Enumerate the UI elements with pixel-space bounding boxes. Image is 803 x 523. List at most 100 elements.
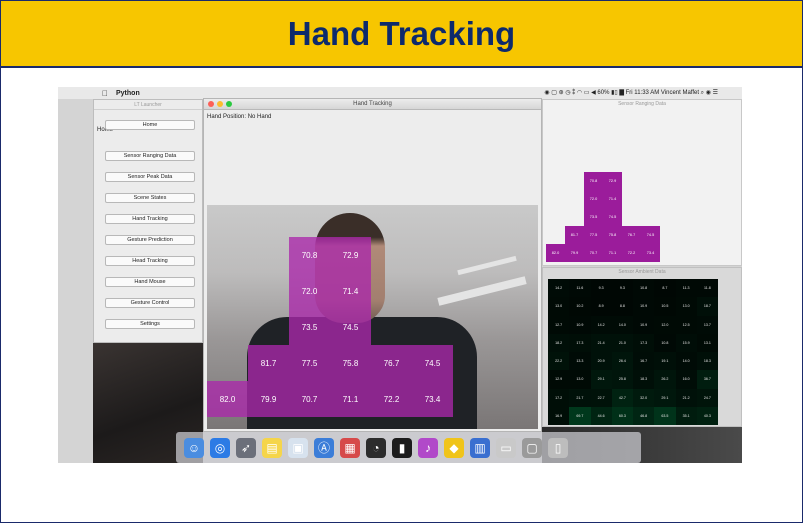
tracker-grid-cell: 73.4 (412, 381, 453, 417)
camera-feed: 70.8 72.9 72.0 71.4 73.5 74.5 81.7 77.5 75.8 76.7… (207, 205, 538, 429)
app-menu-name[interactable]: Python (116, 90, 140, 97)
ambient-cell: 18.3 (696, 352, 718, 371)
trash-icon[interactable]: ▯ (548, 437, 568, 458)
ambient-cell: 32.0 (633, 388, 655, 407)
launcher-window-title: LT Launcher (94, 100, 202, 110)
launcher-button-hand-mouse[interactable]: Hand Mouse (105, 277, 195, 287)
launcher-button-hand-tracking[interactable]: Hand Tracking (105, 214, 195, 224)
ambient-cell: 21.4 (590, 333, 612, 352)
ambient-cell: 17.2 (548, 388, 570, 407)
peak-grid-cell: 71.4 (603, 190, 622, 208)
monitor-icon[interactable]: ▭ (496, 437, 516, 458)
launcher-button-settings[interactable]: Settings (105, 319, 195, 329)
ambient-cell: 24.7 (696, 388, 718, 407)
python-icon[interactable]: ◆ (444, 437, 464, 458)
peak-grid-cell: 70.8 (584, 172, 603, 190)
activity-icon[interactable]: ◔ (366, 437, 386, 458)
ambient-cell: 11.3 (675, 279, 697, 298)
launcher-button-home[interactable]: Home (105, 120, 195, 130)
peak-grid-cell: 72.0 (584, 190, 603, 208)
ambient-cell: 16.7 (633, 352, 655, 371)
appstore-icon[interactable]: Ⓐ (314, 437, 334, 458)
launchpad-icon[interactable]: ➶ (236, 437, 256, 458)
launcher-button-head-tracking[interactable]: Head Tracking (105, 256, 195, 266)
ambient-cell: 69.7 (569, 406, 591, 425)
tracker-grid-cell: 81.7 (248, 345, 289, 381)
ambient-cell: 14.2 (548, 279, 570, 298)
ambient-cell: 46.8 (633, 406, 655, 425)
launcher-button-scene-states[interactable]: Scene States (105, 193, 195, 203)
window-icon[interactable]: ▢ (522, 437, 542, 458)
safari-icon[interactable]: ◎ (210, 437, 230, 458)
ambient-cell: 10.9 (633, 297, 655, 316)
calendar-icon[interactable]: ▦ (340, 437, 360, 458)
ambient-cell: 12.7 (548, 315, 570, 334)
terminal-icon[interactable]: ▮ (392, 437, 412, 458)
tracker-grid-cell: 71.4 (330, 273, 371, 309)
ambient-cell: 10.8 (654, 333, 676, 352)
ambient-cell: 25.8 (611, 370, 633, 389)
tracker-grid-cell: 79.9 (248, 381, 289, 417)
ambient-cell: 10.9 (633, 315, 655, 334)
hand-position-text: Hand Position: No Hand (207, 114, 272, 120)
ambient-cell: 63.5 (654, 406, 676, 425)
ambient-cell: 9.3 (611, 279, 633, 298)
tracker-grid-cell: 82.0 (207, 381, 248, 417)
ambient-cell: 13.7 (696, 315, 718, 334)
launcher-button-sensor-ranging-data[interactable]: Sensor Ranging Data (105, 151, 195, 161)
ambient-grid: 14.2 11.6 9.3 9.3 10.8 8.7 11.3 11.8 13.0 10.2 8.9… (548, 279, 718, 425)
minimize-window-icon[interactable] (217, 101, 223, 107)
ambient-cell: 20.9 (590, 352, 612, 371)
tracker-grid-cell: 70.7 (289, 381, 330, 417)
ambient-cell: 26.2 (654, 370, 676, 389)
ambient-cell: 11.6 (569, 279, 591, 298)
menu-status-area[interactable]: ◉ ▢ ⊛ ◷ ⁑ ◠ ▭ ◀ 60% ▮▯ ▇ Fri 11:33 AM Vi… (544, 89, 718, 97)
peak-grid-cell: 79.9 (565, 244, 584, 262)
close-window-icon[interactable] (208, 101, 214, 107)
ambient-cell: 13.0 (548, 297, 570, 316)
ambient-cell: 36.7 (696, 370, 718, 389)
peak-grid-cell: 75.8 (603, 226, 622, 244)
ambient-cell: 12.0 (654, 315, 676, 334)
launcher-button-sensor-peak-data[interactable]: Sensor Peak Data (105, 172, 195, 182)
peak-grid-cell: 73.4 (641, 244, 660, 262)
slide-title-bar: Hand Tracking (1, 1, 802, 68)
tracker-grid-cell: 74.5 (330, 309, 371, 345)
tracker-grid-cell: 72.2 (371, 381, 412, 417)
notes-icon[interactable]: ▤ (262, 437, 282, 458)
launcher-button-gesture-prediction[interactable]: Gesture Prediction (105, 235, 195, 245)
ambient-cell: 17.3 (633, 333, 655, 352)
apple-menu-icon[interactable]:  (102, 89, 108, 98)
ambient-cell: 26.4 (611, 352, 633, 371)
ambient-cell: 10.5 (654, 297, 676, 316)
ambient-cell: 18.7 (696, 297, 718, 316)
finder-icon[interactable]: ☺ (184, 437, 204, 458)
ambient-cell: 21.0 (611, 333, 633, 352)
tracker-grid-cell: 75.8 (330, 345, 371, 381)
tracker-grid-cell: 74.5 (412, 345, 453, 381)
peak-grid-cell: 74.5 (641, 226, 660, 244)
ambient-cell: 8.9 (590, 297, 612, 316)
files-icon[interactable]: ▥ (470, 437, 490, 458)
tracker-window-title: Hand Tracking (353, 101, 392, 107)
tracker-grid-cell: 71.1 (330, 381, 371, 417)
ambient-cell: 11.8 (696, 279, 718, 298)
ambient-cell: 21.2 (675, 388, 697, 407)
ambient-cell: 60.3 (611, 406, 633, 425)
preview-icon[interactable]: ▣ (288, 437, 308, 458)
zoom-window-icon[interactable] (226, 101, 232, 107)
peak-grid-cell: 70.7 (584, 244, 603, 262)
tracker-grid-cell: 73.5 (289, 309, 330, 345)
ambient-cell: 22.7 (590, 388, 612, 407)
ambient-cell: 29.1 (654, 388, 676, 407)
hand-tracking-window: Hand Tracking Hand Position: No Hand 70.… (203, 98, 542, 432)
tracker-grid-cell: 76.7 (371, 345, 412, 381)
peak-grid-cell: 77.5 (584, 226, 603, 244)
ambient-cell: 10.2 (569, 297, 591, 316)
itunes-icon[interactable]: ♪ (418, 437, 438, 458)
sensor-ambient-window: Sensor Ambient Data 14.2 11.6 9.3 9.3 10.8 8.… (542, 267, 742, 427)
sensor-ranging-title: Sensor Ranging Data (618, 101, 666, 107)
slide-title: Hand Tracking (287, 14, 516, 52)
peak-grid-cell: 74.5 (603, 208, 622, 226)
launcher-button-gesture-control[interactable]: Gesture Control (105, 298, 195, 308)
